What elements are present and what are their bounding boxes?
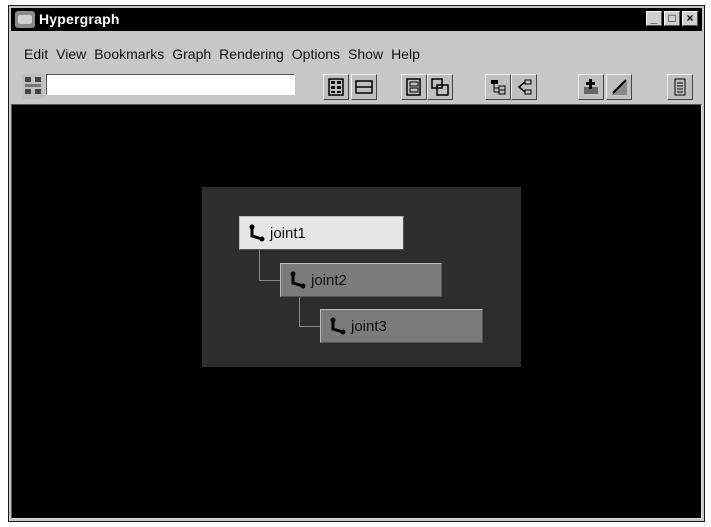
- connector-line: [299, 326, 320, 327]
- toolbar: [11, 68, 702, 102]
- menu-rendering[interactable]: Rendering: [219, 46, 284, 62]
- hierarchy-group-frame: joint1 joint2 joint3: [202, 187, 521, 367]
- menu-show[interactable]: Show: [348, 46, 383, 62]
- menu-edit[interactable]: Edit: [24, 46, 48, 62]
- menu-bookmarks[interactable]: Bookmarks: [94, 46, 164, 62]
- toolbar-grip-icon[interactable]: [22, 74, 44, 99]
- search-input[interactable]: [46, 74, 295, 95]
- app-icon: [15, 11, 35, 28]
- connections-glyph: [355, 80, 373, 94]
- collapse-glyph: [517, 79, 532, 95]
- graph-up-downstream-icon[interactable]: [401, 74, 427, 100]
- expand-glyph: [491, 80, 506, 95]
- graph-node-joint1[interactable]: joint1: [239, 216, 404, 250]
- close-icon[interactable]: ×: [682, 11, 698, 26]
- title-bar[interactable]: Hypergraph _ □ ×: [11, 8, 702, 31]
- add-bookmark-icon[interactable]: [578, 74, 604, 100]
- menu-help[interactable]: Help: [391, 46, 420, 62]
- node-label: joint3: [351, 317, 387, 335]
- options-glyph: [674, 78, 686, 96]
- connector-line: [299, 297, 300, 326]
- graph-node-joint3[interactable]: joint3: [320, 309, 483, 343]
- menu-bar: Edit View Bookmarks Graph Rendering Opti…: [11, 44, 702, 64]
- graph-canvas[interactable]: joint1 joint2 joint3: [11, 104, 702, 519]
- bookmark-glyph: [584, 79, 598, 94]
- connector-line: [259, 250, 260, 280]
- layout-glyph: [431, 78, 449, 96]
- window-title: Hypergraph: [39, 11, 120, 27]
- options-menu-icon[interactable]: [667, 74, 693, 100]
- clear-glyph: [611, 79, 627, 95]
- hypergraph-window: Hypergraph _ □ × Edit View Bookmarks Gra…: [8, 5, 705, 522]
- clear-view-icon[interactable]: [606, 74, 632, 100]
- scene-hierarchy-icon[interactable]: [323, 74, 349, 100]
- scene-hierarchy-glyph: [328, 78, 344, 96]
- minimize-icon[interactable]: _: [646, 11, 662, 26]
- connector-line: [259, 280, 280, 281]
- joint-icon: [330, 317, 346, 335]
- input-output-connections-icon[interactable]: [351, 74, 377, 100]
- maximize-icon[interactable]: □: [664, 11, 680, 26]
- menu-view[interactable]: View: [56, 46, 86, 62]
- menu-options[interactable]: Options: [292, 46, 340, 62]
- updown-glyph: [406, 78, 421, 96]
- graph-node-joint2[interactable]: joint2: [280, 263, 442, 297]
- node-label: joint1: [270, 224, 306, 242]
- window-controls: _ □ ×: [646, 11, 698, 26]
- joint-icon: [290, 271, 306, 289]
- menu-graph[interactable]: Graph: [172, 46, 211, 62]
- node-label: joint2: [311, 271, 347, 289]
- collapse-hierarchy-icon[interactable]: [511, 74, 537, 100]
- joint-icon: [249, 224, 265, 242]
- graph-layout-icon[interactable]: [427, 74, 453, 100]
- expand-hierarchy-icon[interactable]: [485, 74, 511, 100]
